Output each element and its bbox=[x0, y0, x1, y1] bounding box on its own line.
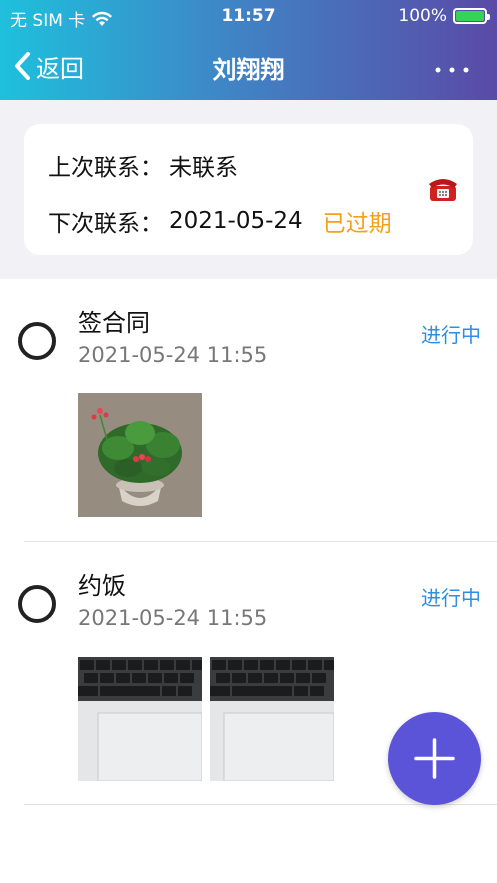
next-contact-label: 下次联系： bbox=[48, 211, 163, 237]
telephone-icon[interactable] bbox=[427, 172, 459, 204]
page-title: 刘翔翔 bbox=[212, 56, 285, 84]
contact-card: 上次联系： 未联系 下次联系： 2021-05-24 已过期 bbox=[24, 124, 473, 255]
task-checkbox[interactable] bbox=[18, 585, 56, 623]
contact-section: 上次联系： 未联系 下次联系： 2021-05-24 已过期 bbox=[0, 100, 497, 279]
more-dots-icon bbox=[435, 67, 469, 73]
next-contact-row: 下次联系： 2021-05-24 已过期 bbox=[48, 204, 392, 238]
header: 无 SIM 卡 11:57 100% 返回 刘翔翔 bbox=[0, 0, 497, 100]
task-item[interactable]: 签合同 2021-05-24 11:55 进行中 bbox=[0, 279, 497, 542]
last-contact-value: 未联系 bbox=[169, 155, 238, 181]
battery-fill bbox=[456, 11, 484, 21]
keyboard-photo-image bbox=[210, 657, 334, 781]
add-task-button[interactable] bbox=[388, 712, 481, 805]
task-status: 进行中 bbox=[421, 586, 481, 610]
keyboard-photo-image bbox=[78, 657, 202, 781]
next-contact-date: 2021-05-24 bbox=[169, 208, 303, 234]
task-title: 签合同 bbox=[78, 309, 150, 337]
task-time: 2021-05-24 11:55 bbox=[78, 343, 268, 367]
battery-tip bbox=[487, 14, 490, 20]
more-button[interactable] bbox=[435, 52, 469, 82]
battery-percent: 100% bbox=[398, 6, 447, 26]
task-time: 2021-05-24 11:55 bbox=[78, 606, 268, 630]
last-contact-row: 上次联系： 未联系 bbox=[48, 148, 238, 182]
status-right: 100% bbox=[398, 6, 490, 26]
overdue-badge: 已过期 bbox=[322, 211, 392, 237]
plant-photo-image bbox=[78, 393, 202, 517]
plus-icon bbox=[414, 738, 455, 779]
task-status: 进行中 bbox=[421, 323, 481, 347]
last-contact-label: 上次联系： bbox=[48, 155, 163, 181]
task-checkbox[interactable] bbox=[18, 322, 56, 360]
status-bar: 无 SIM 卡 11:57 100% bbox=[0, 0, 497, 34]
battery-icon bbox=[453, 8, 490, 24]
keyboard-photo[interactable] bbox=[78, 657, 202, 781]
task-title: 约饭 bbox=[78, 572, 126, 600]
plant-photo[interactable] bbox=[78, 393, 202, 517]
keyboard-photo[interactable] bbox=[210, 657, 334, 781]
